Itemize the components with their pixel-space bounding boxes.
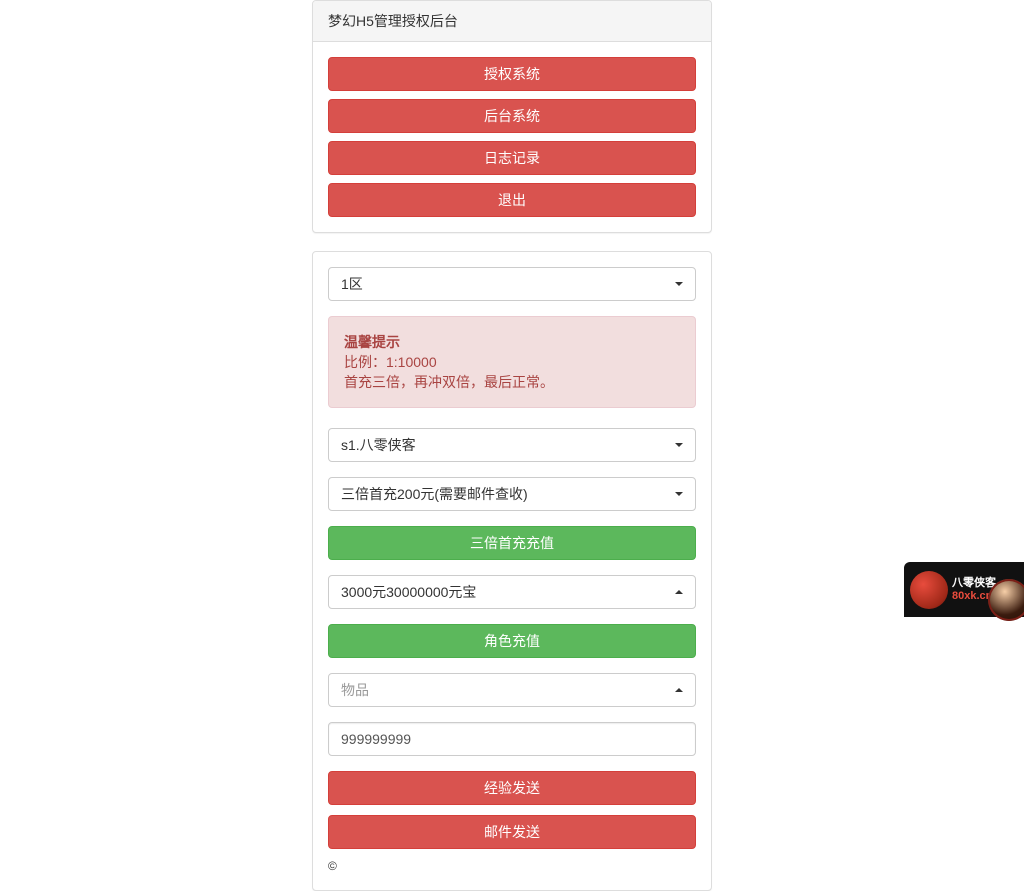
exp-input-group	[328, 722, 696, 756]
nav-exit-button[interactable]: 退出	[328, 183, 696, 217]
main-panel-body: 1区 温馨提示 比例：1:10000 首充三倍，再冲双倍，最后正常。 s1.八零…	[313, 252, 711, 890]
copyright: ©	[328, 857, 696, 875]
item-select-group: 物品	[328, 673, 696, 707]
tip-heading: 温馨提示	[344, 334, 400, 350]
package-select-group: 三倍首充200元(需要邮件查收)	[328, 477, 696, 511]
nav-log-button[interactable]: 日志记录	[328, 141, 696, 175]
watermark-line1: 八零侠客	[952, 577, 996, 589]
player-select-group: s1.八零侠客	[328, 428, 696, 462]
package-select-value: 三倍首充200元(需要邮件查收)	[341, 486, 528, 502]
chevron-down-icon	[675, 492, 683, 496]
nav-panel-body: 授权系统 后台系统 日志记录 退出	[313, 42, 711, 232]
role-recharge-button[interactable]: 角色充值	[328, 624, 696, 658]
watermark: 八零侠客 80xk.cn	[904, 562, 1024, 617]
tip-alert: 温馨提示 比例：1:10000 首充三倍，再冲双倍，最后正常。	[328, 316, 696, 408]
nav-backend-button[interactable]: 后台系统	[328, 99, 696, 133]
watermark-logo-icon	[910, 571, 948, 609]
tip-line1: 比例：1:10000	[344, 354, 437, 370]
package-select[interactable]: 三倍首充200元(需要邮件查收)	[328, 477, 696, 511]
player-select-value: s1.八零侠客	[341, 437, 416, 453]
tip-line2: 首充三倍，再冲双倍，最后正常。	[344, 374, 554, 390]
zone-select-value: 1区	[341, 276, 363, 292]
triple-recharge-button[interactable]: 三倍首充充值	[328, 526, 696, 560]
exp-input[interactable]	[328, 722, 696, 756]
zone-select[interactable]: 1区	[328, 267, 696, 301]
chevron-down-icon	[675, 443, 683, 447]
nav-auth-button[interactable]: 授权系统	[328, 57, 696, 91]
page-title: 梦幻H5管理授权后台	[313, 1, 711, 42]
chevron-up-icon	[675, 688, 683, 692]
player-select[interactable]: s1.八零侠客	[328, 428, 696, 462]
main-panel: 1区 温馨提示 比例：1:10000 首充三倍，再冲双倍，最后正常。 s1.八零…	[312, 251, 712, 891]
amount-select-group: 3000元30000000元宝	[328, 575, 696, 609]
zone-select-group: 1区	[328, 267, 696, 301]
item-select[interactable]: 物品	[328, 673, 696, 707]
chevron-down-icon	[675, 282, 683, 286]
watermark-avatar-icon	[988, 579, 1024, 621]
chevron-up-icon	[675, 590, 683, 594]
nav-panel: 梦幻H5管理授权后台 授权系统 后台系统 日志记录 退出	[312, 0, 712, 233]
amount-select-value: 3000元30000000元宝	[341, 584, 476, 600]
item-select-placeholder: 物品	[341, 682, 369, 698]
amount-select[interactable]: 3000元30000000元宝	[328, 575, 696, 609]
mail-send-button[interactable]: 邮件发送	[328, 815, 696, 849]
exp-send-button[interactable]: 经验发送	[328, 771, 696, 805]
